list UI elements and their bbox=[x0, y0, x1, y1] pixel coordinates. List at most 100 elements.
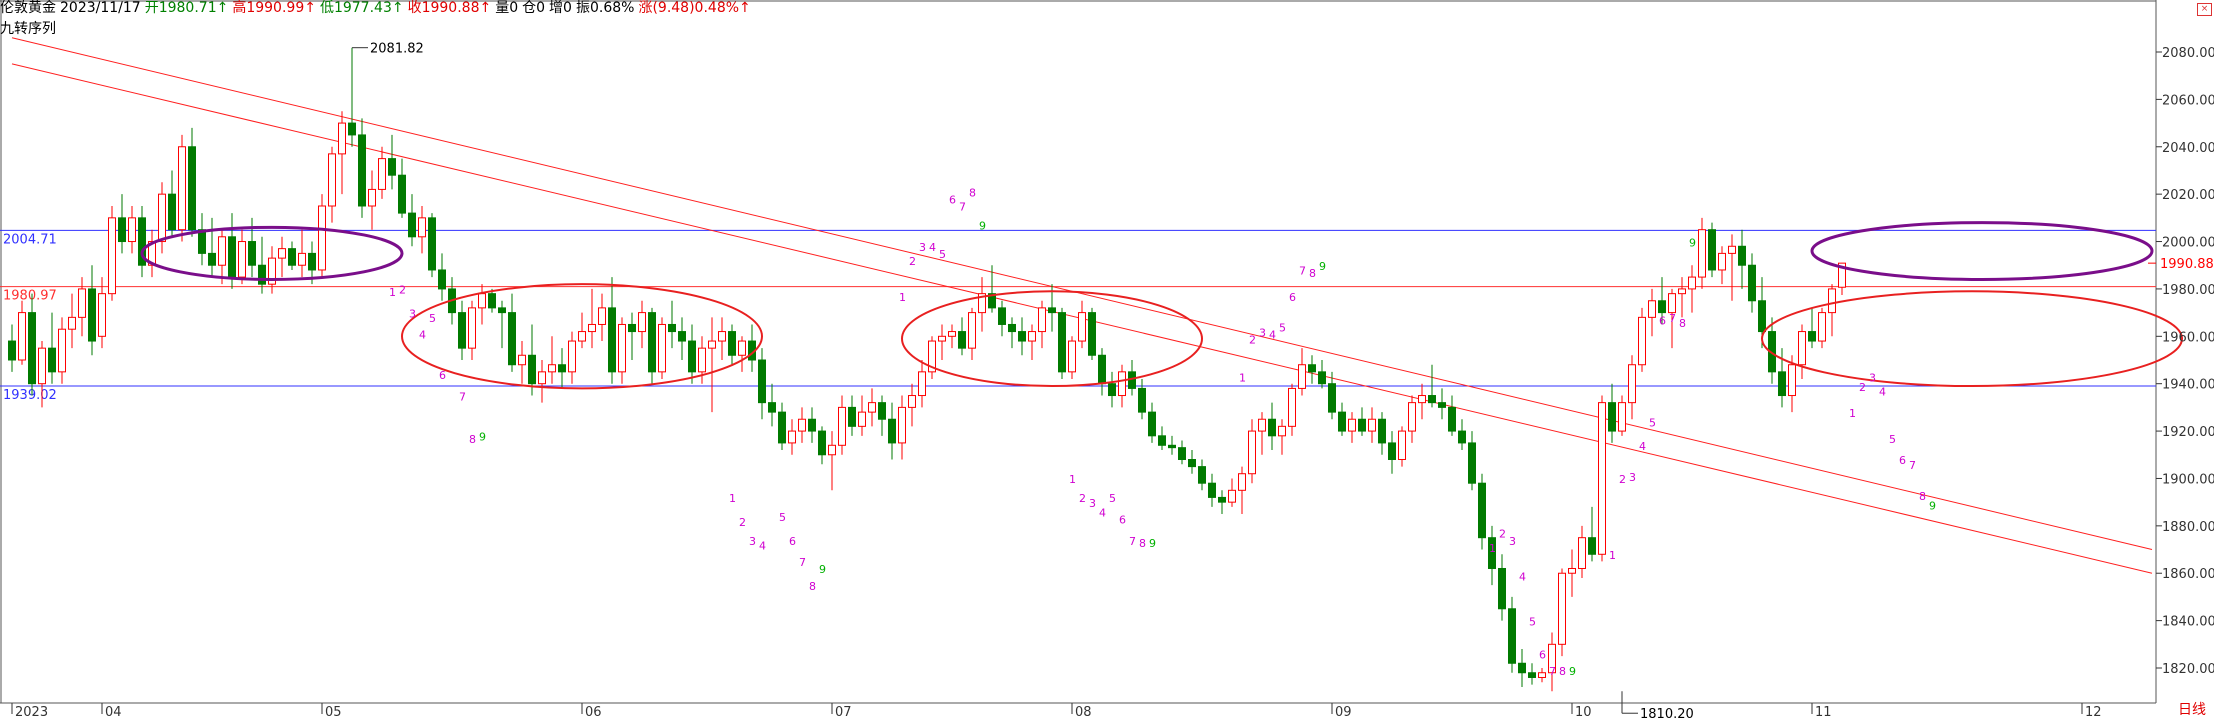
td-label: 7 bbox=[1549, 665, 1556, 678]
td-label: 9 bbox=[1319, 260, 1326, 273]
y-tick-label: 1980.00 bbox=[2162, 283, 2214, 298]
candle-body bbox=[1068, 340, 1076, 373]
candle-body bbox=[868, 402, 876, 413]
candle-body bbox=[488, 293, 496, 309]
candle-body bbox=[688, 340, 696, 373]
hline-label: 1980.97 bbox=[3, 289, 57, 304]
candle-body bbox=[1198, 466, 1206, 484]
candle-body bbox=[1028, 331, 1036, 342]
candle-body bbox=[338, 122, 346, 155]
open-interest: 仓0 bbox=[522, 0, 546, 16]
candle-body bbox=[1328, 383, 1336, 413]
candle-body bbox=[828, 444, 836, 456]
candle-body bbox=[398, 174, 406, 214]
candle-body bbox=[1238, 473, 1246, 491]
high-price: 高1990.99↑ bbox=[232, 0, 316, 16]
candle-body bbox=[18, 312, 26, 361]
td-label: 9 bbox=[979, 220, 986, 233]
y-tick-label: 2020.00 bbox=[2162, 188, 2214, 203]
candle-body bbox=[298, 252, 306, 266]
candle-body bbox=[1828, 288, 1836, 314]
td-label: 7 bbox=[1129, 535, 1136, 548]
candle-body bbox=[538, 371, 546, 385]
candle-body bbox=[1608, 402, 1616, 432]
candle-body bbox=[528, 354, 536, 385]
candle-body bbox=[578, 331, 586, 342]
candle-body bbox=[1378, 418, 1386, 444]
candle-body bbox=[1718, 252, 1726, 271]
candle-body bbox=[738, 340, 746, 356]
td-label: 8 bbox=[809, 580, 816, 593]
candle-body bbox=[1808, 331, 1816, 342]
candle-body bbox=[1618, 402, 1626, 432]
td-label: 2 bbox=[1079, 492, 1086, 505]
candle-body bbox=[78, 288, 86, 318]
td-label: 8 bbox=[1679, 317, 1686, 330]
td-label: 8 bbox=[1139, 537, 1146, 550]
td-label: 5 bbox=[429, 312, 436, 325]
candle-body bbox=[1528, 672, 1536, 678]
candle-body bbox=[658, 323, 666, 373]
open-price: 开1980.71↑ bbox=[144, 0, 229, 16]
candle-body bbox=[878, 402, 886, 420]
x-tick-label: 07 bbox=[835, 705, 852, 720]
candle-body bbox=[998, 307, 1006, 325]
candle-body bbox=[898, 406, 906, 444]
candle-body bbox=[1778, 371, 1786, 397]
candle-body bbox=[468, 307, 476, 349]
candle-body bbox=[1558, 572, 1566, 645]
candle-body bbox=[798, 418, 806, 432]
candle-body bbox=[418, 217, 426, 238]
candle-body bbox=[348, 122, 356, 136]
candle-body bbox=[498, 307, 506, 314]
candle-body bbox=[668, 323, 676, 333]
td-label: 6 bbox=[1539, 649, 1546, 662]
candle-body bbox=[128, 217, 136, 243]
td-label: 5 bbox=[779, 511, 786, 524]
candle-body bbox=[588, 323, 596, 333]
td-label: 3 bbox=[919, 241, 926, 254]
x-tick-label: 06 bbox=[585, 705, 602, 720]
td-label: 3 bbox=[409, 307, 416, 320]
td-label: 1 bbox=[1849, 407, 1856, 420]
candle-body bbox=[1418, 395, 1426, 404]
candlestick-chart[interactable]: 2004.711980.971939.02 1 2345678 9123 456789… bbox=[0, 0, 2214, 721]
candle-body bbox=[318, 205, 326, 271]
td-label: 1 bbox=[1489, 542, 1496, 555]
td-label: 9 bbox=[1569, 665, 1576, 678]
candle-body bbox=[48, 347, 56, 373]
candle-body bbox=[768, 402, 776, 413]
indicator-name[interactable]: 九转序列 bbox=[0, 18, 56, 38]
candle-body bbox=[848, 406, 856, 427]
y-tick-label: 1920.00 bbox=[2162, 425, 2214, 440]
candle-body bbox=[648, 312, 656, 373]
low-price: 低1977.43↑ bbox=[319, 0, 404, 16]
candle-body bbox=[1708, 229, 1716, 271]
td-label: 1 bbox=[1239, 371, 1246, 384]
td-label: 6 bbox=[1899, 454, 1906, 467]
candle-body bbox=[58, 328, 66, 373]
candle-body bbox=[1758, 300, 1766, 333]
instrument-name: 伦敦黄金 bbox=[0, 0, 56, 16]
price-change: 涨(9.48)0.48%↑ bbox=[638, 0, 751, 16]
td-label: 5 bbox=[1889, 433, 1896, 446]
candle-body bbox=[1308, 364, 1316, 373]
candle-body bbox=[568, 340, 576, 373]
td-label: 3 bbox=[1509, 535, 1516, 548]
close-icon[interactable]: × bbox=[2197, 3, 2212, 16]
candle-body bbox=[958, 331, 966, 349]
candle-body bbox=[308, 252, 316, 271]
td-label: 3 bbox=[1869, 371, 1876, 384]
period-label[interactable]: 日线 bbox=[2178, 699, 2206, 719]
candle-body bbox=[1298, 364, 1306, 389]
td-label: 4 bbox=[1639, 440, 1646, 453]
candle-body bbox=[908, 395, 916, 408]
td-label: 5 bbox=[1529, 615, 1536, 628]
candle-body bbox=[1288, 387, 1296, 427]
x-tick-label: 09 bbox=[1335, 705, 1352, 720]
td-label: 2 bbox=[1859, 381, 1866, 394]
candle-body bbox=[1008, 323, 1016, 333]
candle-body bbox=[1638, 316, 1646, 366]
candle-body bbox=[698, 347, 706, 373]
volume: 量0 bbox=[495, 0, 519, 16]
